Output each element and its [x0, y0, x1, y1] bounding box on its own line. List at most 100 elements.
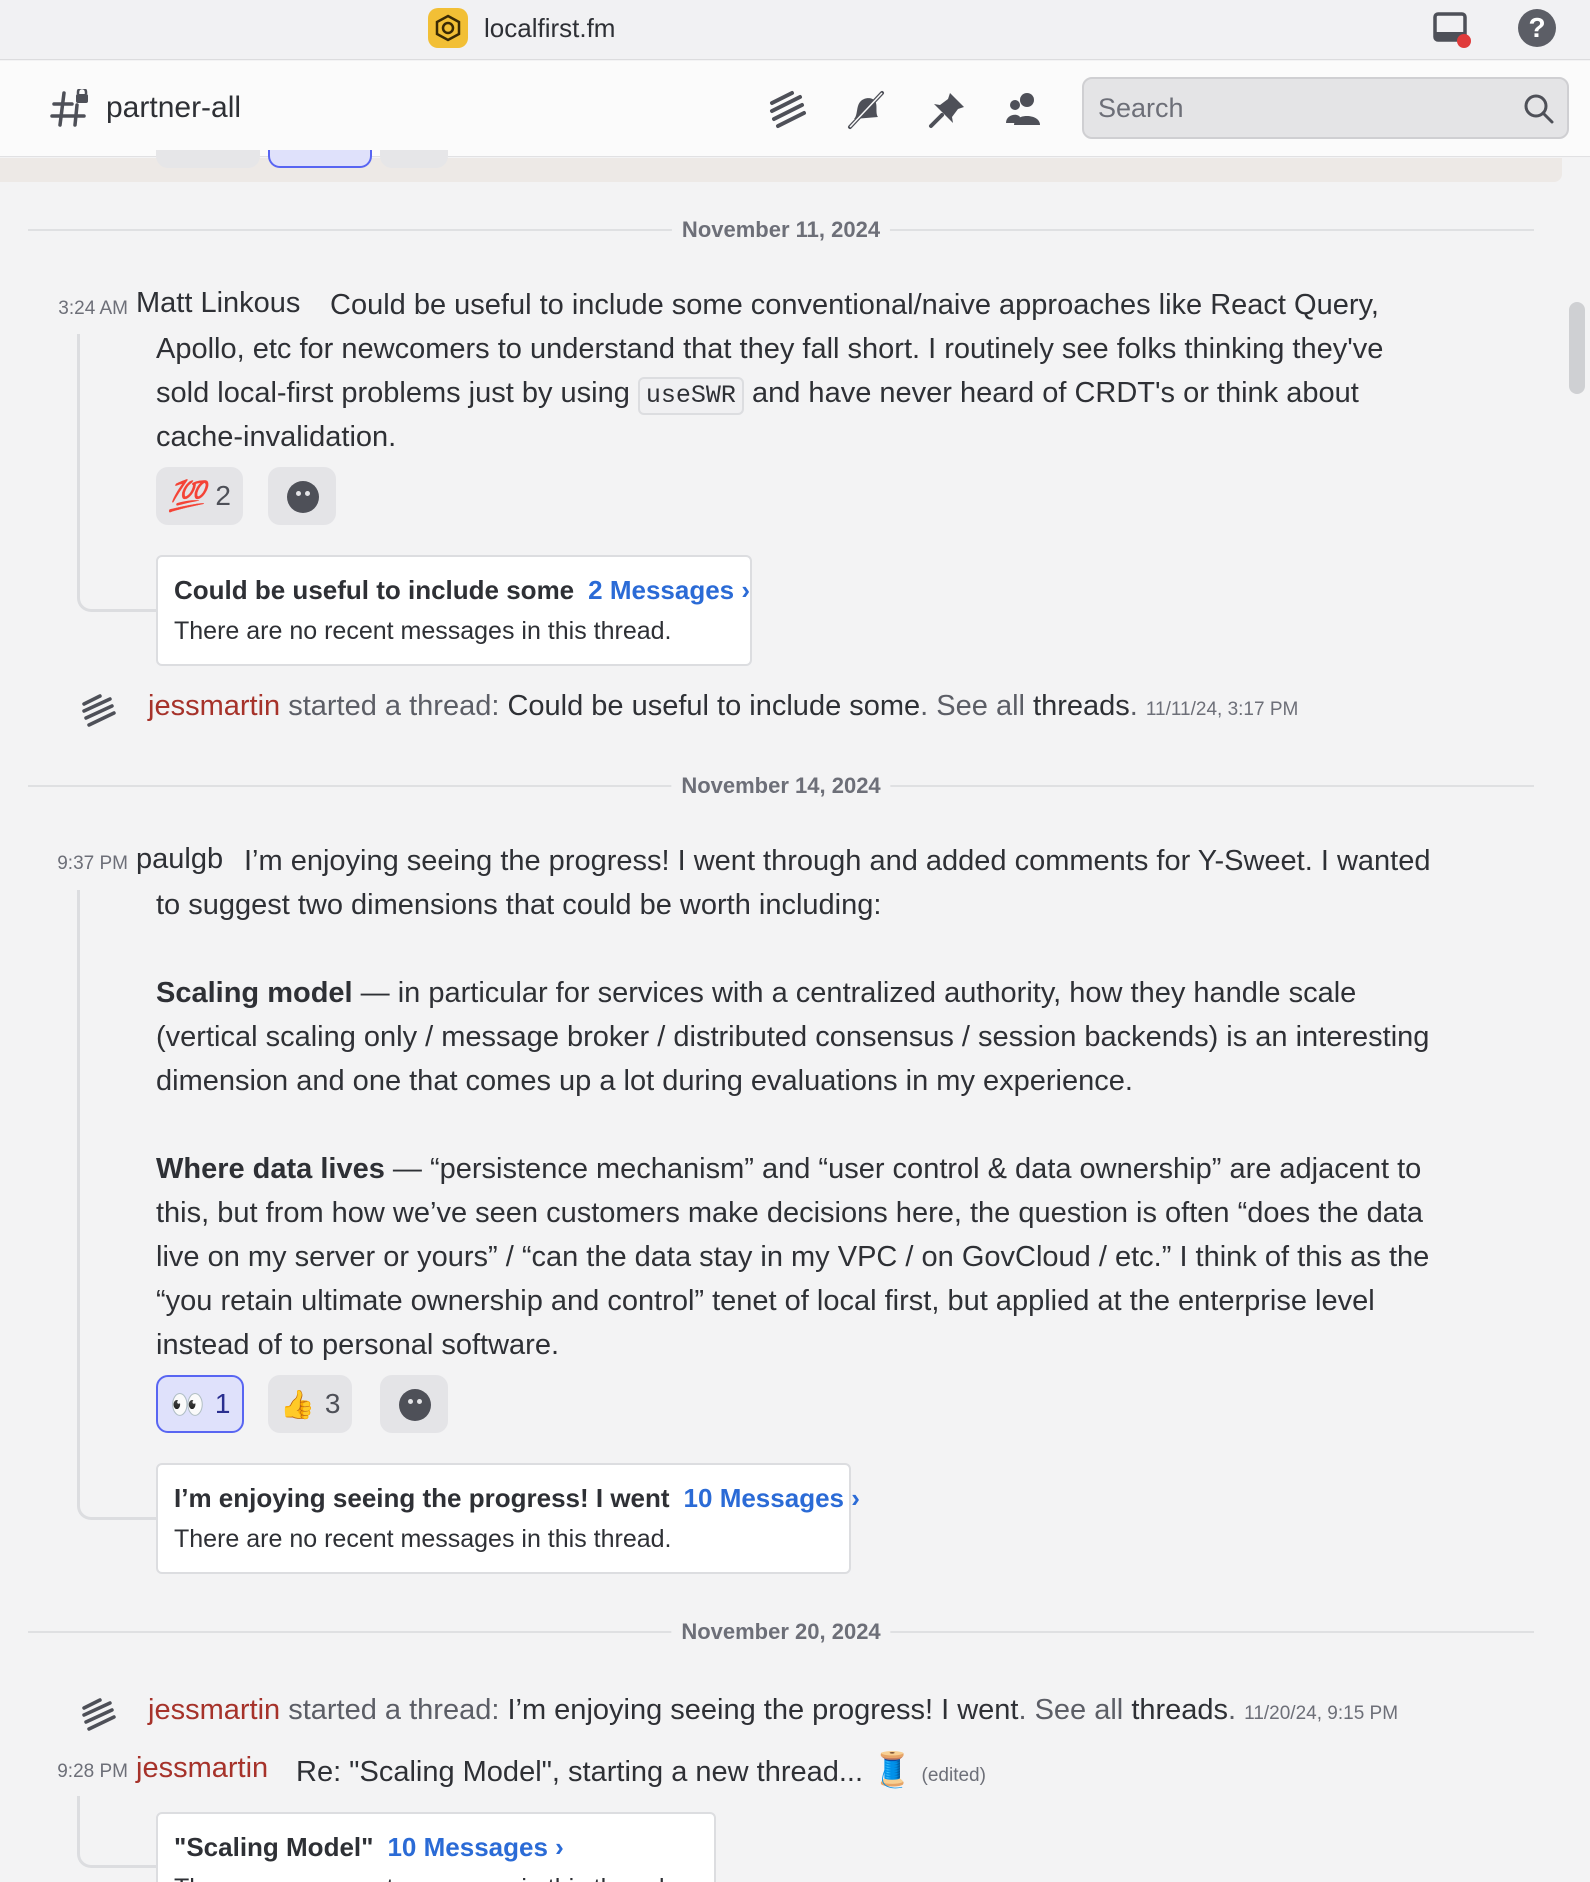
message-text: to suggest two dimensions that could be …	[156, 889, 882, 921]
reaction-count: 2	[215, 480, 231, 511]
date-divider: November 14, 2024	[28, 773, 1534, 799]
thread-name: "Scaling Model"	[174, 1832, 374, 1862]
scrollbar-thumb[interactable]	[1569, 302, 1585, 394]
thread-link[interactable]: I’m enjoying seeing the progress! I went	[507, 1694, 1018, 1726]
message-text: Apollo, etc for newcomers to understand …	[156, 333, 1384, 365]
thread-message-count[interactable]: 10 Messages ›	[387, 1832, 563, 1862]
message-author[interactable]: paulgb	[136, 843, 223, 876]
thread-connector	[77, 334, 157, 612]
pin-icon[interactable]	[926, 89, 968, 131]
message-text: “you retain ultimate ownership and contr…	[156, 1285, 1375, 1317]
message-author[interactable]: Matt Linkous	[136, 287, 300, 320]
threads-link[interactable]: threads	[1131, 1694, 1228, 1726]
thread-preview-card[interactable]: "Scaling Model" 10 Messages › There are n…	[156, 1812, 716, 1882]
reaction-eyes[interactable]: 👀 1	[156, 1375, 245, 1433]
bold-heading: Scaling model	[156, 977, 353, 1009]
message-author[interactable]: jessmartin	[136, 1752, 268, 1785]
date-divider: November 11, 2024	[28, 217, 1534, 243]
thread-name: I’m enjoying seeing the progress! I went	[174, 1483, 670, 1513]
thread-preview-card[interactable]: I’m enjoying seeing the progress! I went…	[156, 1463, 860, 1574]
thread-name: Could be useful to include some	[174, 575, 575, 605]
message-timestamp[interactable]: 3:24 AM	[28, 298, 128, 320]
search-icon[interactable]	[1523, 93, 1555, 130]
system-message-text: . See all	[1018, 1694, 1132, 1726]
message-text: I’m enjoying seeing the progress! I went…	[244, 845, 1431, 877]
threads-icon[interactable]	[766, 89, 808, 131]
system-message-text: .	[1228, 1694, 1237, 1726]
message-text: Where data lives — “persistence mechanis…	[156, 1147, 1421, 1191]
thread-title[interactable]: I’m enjoying seeing the progress! I went…	[174, 1483, 860, 1514]
smiley-icon	[287, 481, 330, 520]
system-message: jessmartin started a thread: Could be us…	[148, 690, 1298, 723]
system-message-text: started a thread:	[280, 690, 508, 722]
thread-started-icon	[80, 1697, 120, 1738]
reaction-count: 1	[214, 1388, 231, 1419]
message-text: sold local-first problems just by using …	[156, 371, 1359, 415]
mute-bell-icon[interactable]	[844, 89, 886, 131]
threads-link[interactable]: threads	[1033, 690, 1130, 722]
system-message-text: . See all	[920, 690, 1034, 722]
thread-link[interactable]: Could be useful to include some	[507, 690, 920, 722]
server-name[interactable]: localfirst.fm	[484, 13, 615, 44]
message-text: cache-invalidation.	[156, 421, 397, 453]
help-icon[interactable]: ?	[1518, 9, 1556, 47]
thread-empty-note: There are no recent messages in this thr…	[174, 617, 672, 645]
message-text-segment: sold local-first problems just by using	[156, 377, 638, 409]
inline-code: useSWR	[637, 377, 744, 415]
thread-title[interactable]: "Scaling Model" 10 Messages ›	[174, 1832, 564, 1863]
thread-connector	[77, 1796, 157, 1868]
bold-heading: Where data lives	[156, 1153, 385, 1185]
system-message-author[interactable]: jessmartin	[148, 690, 280, 722]
message-text: live on my server or yours” / “can the d…	[156, 1241, 1430, 1273]
message-text-segment: — “persistence mechanism” and “user cont…	[384, 1153, 1422, 1185]
date-divider-label: November 14, 2024	[671, 773, 891, 799]
system-message-timestamp[interactable]: 11/20/24, 9:15 PM	[1244, 1703, 1398, 1724]
window-titlebar: localfirst.fm ?	[0, 0, 1590, 60]
thread-message-count[interactable]: 10 Messages ›	[684, 1483, 860, 1513]
system-message: jessmartin started a thread: I’m enjoyin…	[148, 1694, 1398, 1727]
message-text: this, but from how we’ve seen customers …	[156, 1197, 1424, 1229]
previous-reaction[interactable]	[156, 150, 260, 168]
message-timestamp[interactable]: 9:28 PM	[28, 1761, 128, 1783]
thread-started-icon	[80, 693, 120, 734]
system-message-timestamp[interactable]: 11/11/24, 3:17 PM	[1146, 699, 1298, 720]
add-reaction-button[interactable]	[268, 467, 336, 525]
message-text: dimension and one that comes up a lot du…	[156, 1065, 1133, 1097]
previous-add-reaction[interactable]	[380, 150, 448, 168]
thumbs-up-emoji-icon: 👍	[280, 1388, 315, 1420]
reaction-hundred[interactable]: 💯 2	[156, 467, 243, 525]
server-logo-icon[interactable]	[428, 8, 468, 48]
date-divider: November 20, 2024	[28, 1619, 1534, 1645]
hundred-points-emoji-icon: 💯	[168, 479, 206, 513]
message-text: Re: "Scaling Model", starting a new thre…	[296, 1748, 986, 1798]
search-input[interactable]	[1098, 91, 1498, 125]
add-reaction-button[interactable]	[380, 1375, 448, 1433]
system-message-author[interactable]: jessmartin	[148, 1694, 280, 1726]
message-timestamp[interactable]: 9:37 PM	[28, 853, 128, 875]
thread-connector	[77, 890, 157, 1520]
message-text: Scaling model — in particular for servic…	[156, 971, 1356, 1015]
inbox-icon[interactable]	[1432, 10, 1472, 50]
previous-reaction-active[interactable]	[268, 150, 372, 168]
message-text: Could be useful to include some conventi…	[330, 289, 1379, 321]
eyes-emoji-icon: 👀	[170, 1388, 205, 1420]
edited-label: (edited)	[921, 1765, 986, 1786]
thread-spool-emoji-icon: 🧵	[871, 1751, 914, 1789]
reaction-thumbs-up[interactable]: 👍 3	[268, 1375, 353, 1433]
members-icon[interactable]	[1004, 89, 1046, 131]
date-divider-label: November 20, 2024	[671, 1619, 891, 1645]
reaction-count: 3	[324, 1388, 341, 1419]
thread-title[interactable]: Could be useful to include some 2 Message…	[174, 575, 750, 606]
thread-empty-note: There are no recent messages in this thr…	[174, 1525, 672, 1553]
system-message-text: .	[1129, 690, 1138, 722]
message-text-segment: — in particular for services with a cent…	[352, 977, 1357, 1009]
thread-message-count[interactable]: 2 Messages ›	[588, 575, 750, 605]
channel-header: partner-all	[0, 61, 1590, 157]
search-field[interactable]	[1082, 77, 1569, 139]
smiley-icon	[399, 1389, 442, 1428]
thread-preview-card[interactable]: Could be useful to include some 2 Message…	[156, 555, 752, 666]
message-text: instead of to personal software.	[156, 1329, 560, 1361]
message-text: (vertical scaling only / message broker …	[156, 1021, 1430, 1053]
message-text-segment: and have never heard of CRDT's or think …	[743, 377, 1359, 409]
channel-hash-lock-icon	[50, 86, 92, 134]
